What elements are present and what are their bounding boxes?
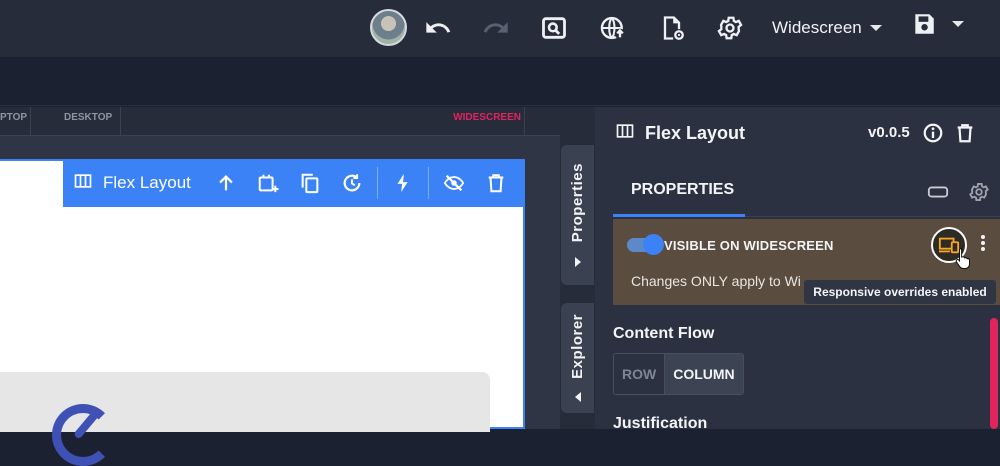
chevron-down-icon — [869, 25, 882, 31]
save-icon[interactable] — [910, 10, 938, 38]
styling-box-icon[interactable] — [927, 181, 949, 208]
breakpoint-ruler: PTOP DESKTOP WIDESCREEN — [0, 107, 560, 136]
compass-logo-icon — [52, 404, 114, 466]
publish-globe-icon[interactable] — [595, 10, 631, 46]
chevron-left-icon — [574, 392, 581, 403]
redo-icon[interactable] — [478, 10, 514, 46]
panel-title: Flex Layout — [645, 122, 746, 143]
more-options-icon[interactable] — [978, 233, 988, 257]
save-options-chevron-icon[interactable] — [952, 21, 964, 27]
ruler-desktop[interactable]: DESKTOP — [31, 107, 121, 136]
info-icon[interactable] — [922, 122, 944, 149]
tab-explorer-vertical-label: Explorer — [569, 313, 586, 379]
tab-explorer-vertical[interactable]: Explorer — [561, 303, 594, 413]
history-reset-icon[interactable] — [331, 159, 373, 207]
tab-properties-label: PROPERTIES — [631, 180, 735, 198]
ruler-widescreen[interactable]: WIDESCREEN — [121, 107, 525, 136]
user-avatar[interactable] — [370, 9, 407, 46]
subheader-bar — [0, 57, 1000, 106]
tab-properties-vertical-label: Properties — [569, 163, 586, 243]
visibility-description: Changes ONLY apply to Wi — [631, 273, 801, 289]
settings-gear-icon[interactable] — [712, 10, 748, 46]
delete-component-trash-icon[interactable] — [954, 122, 976, 149]
chevron-right-icon — [574, 256, 581, 267]
hide-eye-off-icon[interactable] — [433, 159, 475, 207]
preview-icon[interactable] — [536, 10, 572, 46]
ruler-laptop[interactable]: PTOP — [0, 107, 31, 136]
duplicate-icon[interactable] — [289, 159, 331, 207]
hand-pointer-cursor-icon — [955, 248, 970, 269]
element-toolbar: Flex Layout — [63, 159, 525, 207]
justification-label: Justification — [613, 415, 708, 432]
visibility-toggle[interactable] — [627, 234, 664, 255]
delete-trash-icon[interactable] — [475, 159, 517, 207]
ruler-desktop-label: DESKTOP — [64, 112, 113, 123]
interactions-bolt-icon[interactable] — [382, 159, 424, 207]
advanced-settings-gear-icon[interactable] — [968, 181, 990, 208]
save-group — [910, 10, 964, 38]
page-settings-icon[interactable] — [654, 10, 690, 46]
panel-vertical-tabs: Properties Explorer — [560, 107, 595, 429]
flow-option-row[interactable]: ROW — [614, 354, 665, 394]
toolbar-divider — [376, 167, 378, 199]
properties-panel: Flex Layout v0.0.5 PROPERTIES VISIBLE ON… — [595, 107, 1000, 432]
top-toolbar: Widescreen — [0, 0, 1000, 57]
panel-scrollbar[interactable] — [990, 318, 998, 429]
component-version: v0.0.5 — [868, 124, 910, 141]
element-toolbar-title: Flex Layout — [103, 173, 191, 192]
toggle-knob — [643, 234, 664, 255]
tab-properties-vertical[interactable]: Properties — [561, 145, 594, 285]
flow-option-column[interactable]: COLUMN — [664, 354, 743, 394]
device-select[interactable]: Widescreen — [772, 17, 882, 39]
panel-tabs: PROPERTIES — [613, 165, 1000, 217]
columns-icon — [615, 121, 635, 146]
tab-properties[interactable]: PROPERTIES — [613, 165, 745, 217]
ruler-widescreen-label: WIDESCREEN — [453, 112, 521, 123]
responsive-overrides-tooltip: Responsive overrides enabled — [804, 280, 996, 304]
toolbar-divider — [427, 167, 429, 199]
content-flow-label: Content Flow — [613, 325, 715, 342]
add-element-icon[interactable] — [247, 159, 289, 207]
device-select-label: Widescreen — [772, 18, 862, 37]
visibility-label: VISIBLE ON WIDESCREEN — [664, 238, 834, 253]
editor-canvas[interactable]: PTOP DESKTOP WIDESCREEN Flex Layout — [0, 107, 560, 466]
content-flow-segmented-control: ROW COLUMN — [613, 353, 744, 395]
columns-icon — [73, 171, 93, 196]
select-parent-arrow-up-icon[interactable] — [205, 159, 247, 207]
undo-icon[interactable] — [420, 10, 456, 46]
ruler-laptop-label: PTOP — [0, 112, 28, 123]
